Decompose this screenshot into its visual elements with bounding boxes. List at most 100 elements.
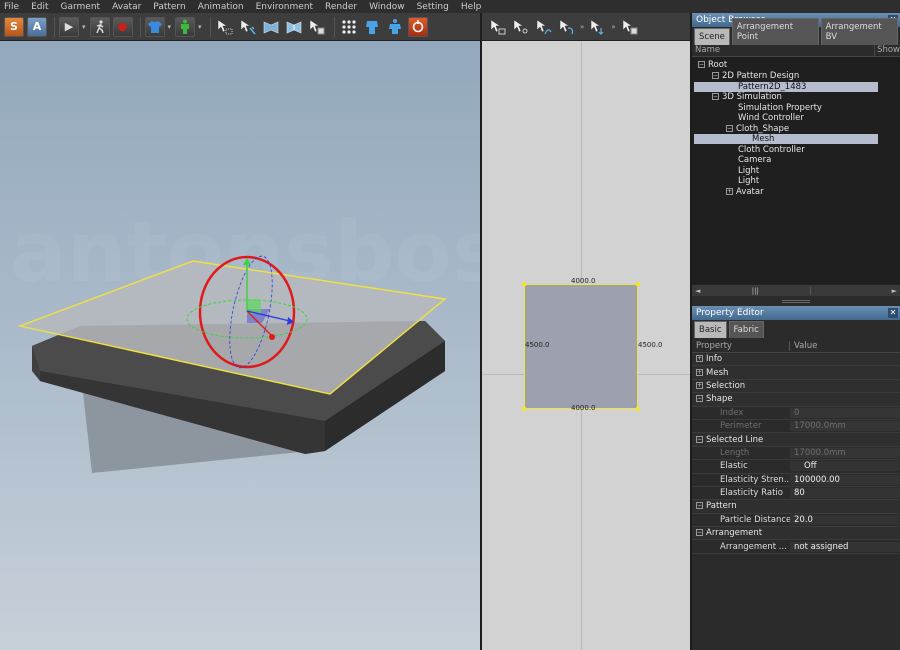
- particle-distance-input[interactable]: 20.0: [790, 514, 900, 525]
- menu-pattern[interactable]: Pattern: [153, 2, 185, 12]
- tree-node-camera[interactable]: Camera: [738, 155, 771, 165]
- tree-node-avatar[interactable]: + Avatar: [726, 187, 764, 197]
- expand-icon[interactable]: +: [696, 355, 703, 363]
- walk-button[interactable]: [89, 16, 110, 37]
- collapse-icon[interactable]: −: [712, 72, 719, 79]
- tree-node-cloth-shape[interactable]: − Cloth_Shape: [726, 124, 789, 134]
- tree-node-light-2[interactable]: Light: [738, 176, 759, 186]
- elastic-toggle[interactable]: Off: [790, 461, 900, 472]
- property-row-particle-distance[interactable]: Particle Distance 20.0: [692, 514, 900, 528]
- tree-node-simulation-property[interactable]: Simulation Property: [738, 103, 822, 113]
- reset-button[interactable]: [407, 16, 428, 37]
- menu-environment[interactable]: Environment: [256, 2, 313, 12]
- property-category-selection[interactable]: + Selection: [692, 379, 900, 394]
- menu-animation[interactable]: Animation: [198, 2, 244, 12]
- menu-setting[interactable]: Setting: [417, 2, 449, 12]
- scroll-left-icon[interactable]: ◄: [695, 287, 700, 295]
- dropdown-arrow-icon[interactable]: ▾: [82, 23, 86, 31]
- property-category-info[interactable]: + Info: [692, 353, 900, 367]
- tree-node-wind-controller[interactable]: Wind Controller: [738, 113, 804, 123]
- tab-arrangement-point[interactable]: Arrangement Point: [731, 18, 819, 45]
- menu-render[interactable]: Render: [325, 2, 357, 12]
- avatar-front-button[interactable]: [385, 17, 405, 37]
- collapse-icon[interactable]: −: [712, 93, 719, 100]
- menu-edit[interactable]: Edit: [31, 2, 48, 12]
- fold-button[interactable]: [261, 17, 281, 37]
- transform-2d-button[interactable]: [588, 17, 608, 37]
- edit-curve-button[interactable]: [534, 17, 554, 37]
- tree-node-3d-simulation[interactable]: −3D Simulation: [712, 92, 782, 102]
- tree-node-pattern2d[interactable]: Pattern2D_1483: [694, 81, 878, 92]
- collapse-icon[interactable]: −: [726, 124, 733, 132]
- overflow-chevron-icon[interactable]: »: [580, 23, 584, 31]
- select-2d-button[interactable]: [488, 17, 508, 37]
- column-property[interactable]: Property: [692, 340, 790, 351]
- menu-avatar[interactable]: Avatar: [112, 2, 141, 12]
- avatar-button[interactable]: [175, 16, 196, 37]
- panel-splitter[interactable]: [692, 296, 900, 306]
- collapse-icon[interactable]: −: [698, 61, 705, 68]
- arrangement-value[interactable]: not assigned: [790, 541, 900, 552]
- tree-node-root[interactable]: − Root: [698, 60, 727, 70]
- collapse-icon[interactable]: −: [696, 529, 703, 537]
- edit-point-button[interactable]: [511, 17, 531, 37]
- mode-simulation-button[interactable]: S: [4, 16, 24, 37]
- garment-button[interactable]: [144, 16, 165, 37]
- avatar-back-button[interactable]: [362, 17, 382, 37]
- scroll-thumb-grip-icon[interactable]: |||: [752, 287, 759, 295]
- menu-window[interactable]: Window: [369, 2, 405, 12]
- menu-help[interactable]: Help: [461, 2, 482, 12]
- close-icon[interactable]: ✕: [888, 308, 898, 318]
- tree-node-mesh[interactable]: Mesh: [694, 134, 878, 144]
- tab-fabric[interactable]: Fabric: [728, 321, 764, 338]
- expand-icon[interactable]: +: [696, 368, 703, 376]
- property-category-mesh[interactable]: + Mesh: [692, 366, 900, 380]
- collapse-icon[interactable]: −: [696, 502, 703, 510]
- dropdown-arrow-icon[interactable]: ▾: [168, 23, 172, 31]
- property-category-arrangement[interactable]: − Arrangement: [692, 527, 900, 541]
- column-name[interactable]: Name: [692, 45, 876, 56]
- property-category-selected-line[interactable]: − Selected Line: [692, 433, 900, 447]
- viewport-2d[interactable]: 4000.0 4000.0 4500.0 4500.0: [482, 41, 690, 650]
- tab-scene[interactable]: Scene: [694, 28, 730, 45]
- select-mesh-button[interactable]: [215, 17, 235, 37]
- tab-basic[interactable]: Basic: [694, 321, 727, 338]
- points-button[interactable]: [339, 17, 359, 37]
- splitter-grip-icon[interactable]: [782, 299, 810, 303]
- scroll-right-icon[interactable]: ►: [892, 287, 897, 295]
- collapse-icon[interactable]: −: [696, 395, 703, 403]
- viewport-3d[interactable]: antonsbos: [0, 41, 480, 650]
- menu-file[interactable]: File: [4, 2, 19, 12]
- elasticity-ratio-input[interactable]: 80: [790, 488, 900, 499]
- arrange-button[interactable]: [307, 17, 327, 37]
- arrange-2d-button[interactable]: [620, 17, 640, 37]
- column-value[interactable]: Value: [790, 341, 817, 351]
- fold-arrange-button[interactable]: [284, 17, 304, 37]
- tab-arrangement-bv[interactable]: Arrangement BV: [820, 18, 898, 45]
- property-row-arrangement[interactable]: Arrangement ... not assigned: [692, 540, 900, 554]
- tree-node-light-1[interactable]: Light: [738, 166, 759, 176]
- property-category-shape[interactable]: − Shape: [692, 393, 900, 407]
- mode-animation-button[interactable]: A: [27, 16, 47, 37]
- transform-pin-button[interactable]: [238, 17, 258, 37]
- expand-icon[interactable]: +: [726, 187, 733, 195]
- tree-node-label: Avatar: [736, 186, 764, 197]
- toolbar-separator: [54, 16, 55, 37]
- menu-garment[interactable]: Garment: [61, 2, 101, 12]
- property-category-pattern[interactable]: − Pattern: [692, 500, 900, 514]
- dropdown-arrow-icon[interactable]: ▾: [198, 23, 202, 31]
- tree-node-2d-pattern-design[interactable]: −2D Pattern Design: [712, 71, 799, 81]
- play-button[interactable]: ▶: [59, 16, 79, 37]
- tree-horizontal-scrollbar[interactable]: ◄ ||| ►: [692, 284, 900, 296]
- tree-node-cloth-controller[interactable]: Cloth Controller: [738, 145, 805, 155]
- record-button[interactable]: ●: [112, 16, 133, 37]
- overflow-chevron-icon[interactable]: »: [611, 23, 615, 31]
- sewing-button[interactable]: [557, 17, 577, 37]
- elasticity-strength-input[interactable]: 100000.00: [790, 474, 900, 485]
- collapse-icon[interactable]: −: [696, 435, 703, 443]
- property-row-elasticity-ratio[interactable]: Elasticity Ratio 80: [692, 487, 900, 501]
- expand-icon[interactable]: +: [696, 381, 703, 389]
- column-show[interactable]: Show: [875, 45, 900, 56]
- property-row-elastic[interactable]: Elastic Off: [692, 460, 900, 474]
- property-row-elasticity-strength[interactable]: Elasticity Stren... 100000.00: [692, 474, 900, 487]
